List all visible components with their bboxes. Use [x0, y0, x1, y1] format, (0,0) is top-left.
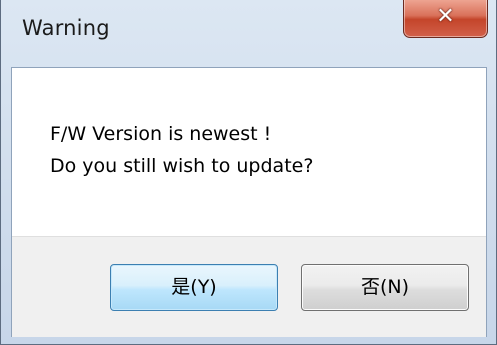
title-bar[interactable]: Warning ✕: [1, 0, 496, 66]
message-line-2: Do you still wish to update?: [50, 155, 314, 177]
window-title: Warning: [22, 16, 110, 40]
close-icon: ✕: [436, 4, 455, 29]
message-text: F/W Version is newest ! Do you still wis…: [50, 118, 313, 182]
dialog-body: F/W Version is newest ! Do you still wis…: [11, 67, 487, 337]
message-line-1: F/W Version is newest !: [50, 123, 272, 145]
button-bar: 是(Y) 否(N): [12, 236, 486, 337]
yes-button[interactable]: 是(Y): [110, 264, 278, 311]
no-button[interactable]: 否(N): [301, 264, 469, 311]
dialog-window: Warning ✕ F/W Version is newest ! Do you…: [0, 0, 497, 345]
close-button[interactable]: ✕: [403, 0, 488, 38]
